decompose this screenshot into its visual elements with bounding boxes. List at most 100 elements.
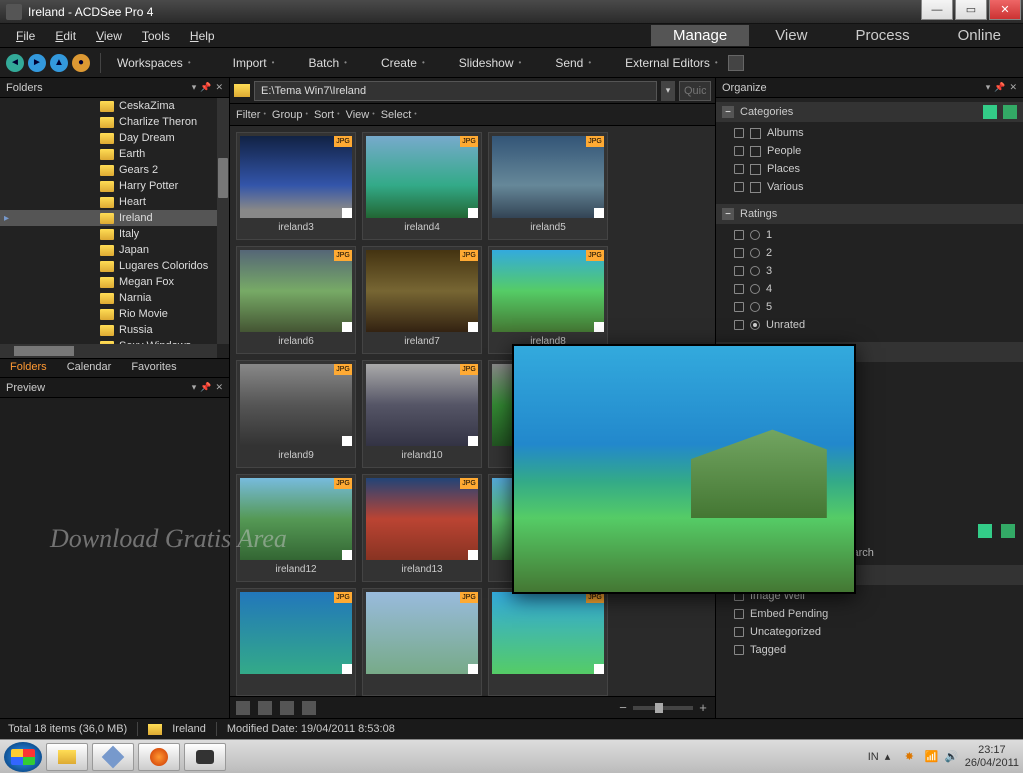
special-item[interactable]: Uncategorized (734, 623, 1023, 641)
category-icon-2[interactable] (1003, 105, 1017, 119)
mode-view[interactable]: View (753, 25, 829, 46)
organize-close-icon[interactable]: ✕ (1009, 82, 1017, 93)
special-item[interactable]: Tagged (734, 641, 1023, 659)
task-firefox[interactable] (138, 743, 180, 771)
thumbnail-cell[interactable]: JPGireland9 (236, 360, 356, 468)
radio[interactable] (750, 266, 760, 276)
special-item[interactable]: Embed Pending (734, 605, 1023, 623)
view-mode-icon-1[interactable] (236, 701, 250, 715)
folder-row[interactable]: Italy (0, 226, 217, 242)
checkbox[interactable] (750, 146, 761, 157)
panel-menu-icon[interactable]: ▾ (192, 82, 197, 93)
folder-row[interactable]: Russia (0, 322, 217, 338)
tb-batch[interactable]: Batch (302, 54, 353, 72)
menu-view[interactable]: View (88, 27, 130, 45)
zoom-slider[interactable] (633, 706, 693, 710)
thumbnail-cell[interactable]: JPGireland8 (488, 246, 608, 354)
menu-file[interactable]: File (8, 27, 43, 45)
category-item[interactable]: Places (734, 160, 1023, 178)
thumbnail-cell[interactable]: JPGireland13 (362, 474, 482, 582)
tray-icon-1[interactable]: ✸ (905, 750, 919, 764)
fb-group[interactable]: Group (272, 109, 308, 121)
folder-row[interactable]: Lugares Coloridos (0, 258, 217, 274)
view-mode-icon-2[interactable] (258, 701, 272, 715)
ltab-favorites[interactable]: Favorites (121, 359, 186, 377)
search-icon-1[interactable] (978, 524, 992, 538)
tree-vscroll[interactable] (217, 98, 229, 344)
thumbnail-checkbox[interactable] (468, 550, 478, 560)
thumbnail-checkbox[interactable] (468, 208, 478, 218)
view-mode-icon-3[interactable] (280, 701, 294, 715)
task-explorer[interactable] (46, 743, 88, 771)
category-item[interactable]: Albums (734, 124, 1023, 142)
tree-hscroll[interactable] (0, 344, 217, 358)
folder-row[interactable]: Harry Potter (0, 178, 217, 194)
nav-back-icon[interactable]: ◄ (6, 54, 24, 72)
checkbox[interactable] (750, 128, 761, 139)
tray-volume-icon[interactable]: 🔊 (945, 750, 959, 764)
tb-create[interactable]: Create (375, 54, 431, 72)
ltab-calendar[interactable]: Calendar (57, 359, 122, 377)
search-icon-2[interactable] (1001, 524, 1015, 538)
tray-network-icon[interactable]: 📶 (925, 750, 939, 764)
folder-row[interactable]: Day Dream (0, 130, 217, 146)
thumbnail-cell[interactable]: JPGireland7 (362, 246, 482, 354)
nav-forward-icon[interactable]: ► (28, 54, 46, 72)
rating-item[interactable]: 1 (734, 226, 1023, 244)
panel-pin-icon[interactable]: 📌 (200, 82, 211, 93)
tb-external[interactable]: External Editors (619, 54, 724, 72)
preview-menu-icon[interactable]: ▾ (192, 382, 197, 393)
collapse-icon[interactable]: − (722, 106, 734, 118)
collapse-icon[interactable]: − (722, 208, 734, 220)
category-item[interactable]: People (734, 142, 1023, 160)
rating-item[interactable]: 5 (734, 298, 1023, 316)
categories-header[interactable]: − Categories (716, 102, 1023, 122)
mode-process[interactable]: Process (833, 25, 931, 46)
folder-row[interactable]: Heart (0, 194, 217, 210)
task-acdsee[interactable] (184, 743, 226, 771)
thumbnail-checkbox[interactable] (594, 664, 604, 674)
task-unknown-1[interactable] (92, 743, 134, 771)
checkbox[interactable] (750, 164, 761, 175)
thumbnail-checkbox[interactable] (342, 550, 352, 560)
thumbnail-cell[interactable]: JPGireland4 (362, 132, 482, 240)
thumbnail-checkbox[interactable] (468, 436, 478, 446)
thumbnail-cell[interactable]: JPG (362, 588, 482, 696)
tb-workspaces[interactable]: Workspaces (111, 54, 197, 72)
folder-row[interactable]: Narnia (0, 290, 217, 306)
mode-online[interactable]: Online (936, 25, 1023, 46)
organize-menu-icon[interactable]: ▾ (986, 82, 991, 93)
folder-row[interactable]: CeskaZima (0, 98, 217, 114)
zoom-in-icon[interactable]: + (697, 702, 709, 714)
folder-row[interactable]: Japan (0, 242, 217, 258)
thumbnail-cell[interactable]: JPGireland10 (362, 360, 482, 468)
folder-row[interactable]: Charlize Theron (0, 114, 217, 130)
thumbnail-checkbox[interactable] (468, 664, 478, 674)
tb-send[interactable]: Send (549, 54, 597, 72)
fb-select[interactable]: Select (381, 109, 417, 121)
tb-import[interactable]: Import (227, 54, 281, 72)
thumbnail-checkbox[interactable] (342, 664, 352, 674)
path-dropdown-icon[interactable]: ▾ (661, 81, 675, 101)
organize-pin-icon[interactable]: 📌 (994, 82, 1005, 93)
thumbnail-cell[interactable]: JPG (488, 588, 608, 696)
thumbnail-checkbox[interactable] (342, 436, 352, 446)
tray-lang[interactable]: IN (868, 751, 879, 763)
folder-row[interactable]: Megan Fox (0, 274, 217, 290)
tb-slideshow[interactable]: Slideshow (453, 54, 528, 72)
preview-close-icon[interactable]: ✕ (215, 382, 223, 393)
thumbnail-checkbox[interactable] (594, 322, 604, 332)
folder-row[interactable]: Gears 2 (0, 162, 217, 178)
rating-item[interactable]: 2 (734, 244, 1023, 262)
fb-sort[interactable]: Sort (314, 109, 340, 121)
view-mode-icon-4[interactable] (302, 701, 316, 715)
thumbnail-cell[interactable]: JPGireland12 (236, 474, 356, 582)
radio[interactable] (750, 230, 760, 240)
menu-help[interactable]: Help (182, 27, 223, 45)
category-icon-1[interactable] (983, 105, 997, 119)
nav-up-icon[interactable]: ▲ (50, 54, 68, 72)
thumbnail-checkbox[interactable] (468, 322, 478, 332)
zoom-control[interactable]: − + (617, 702, 709, 714)
thumbnail-checkbox[interactable] (342, 208, 352, 218)
radio[interactable] (750, 320, 760, 330)
